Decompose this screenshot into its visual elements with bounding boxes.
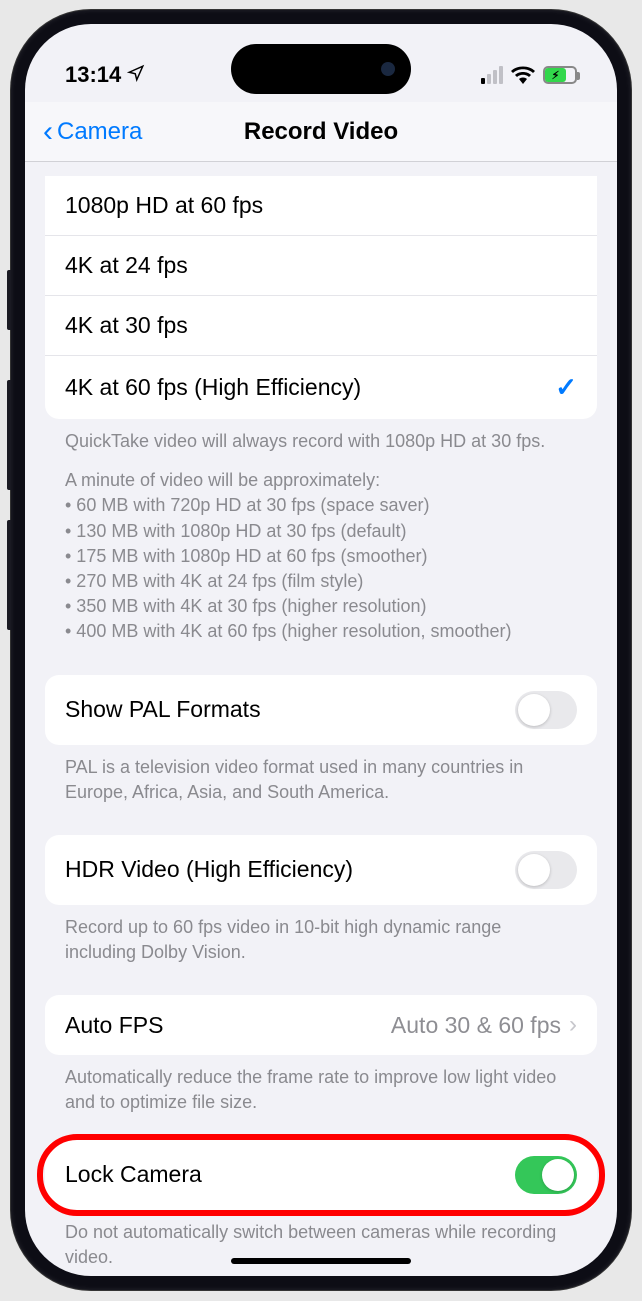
pal-row[interactable]: Show PAL Formats [45, 675, 597, 745]
resolution-option[interactable]: 4K at 60 fps (High Efficiency) ✓ [45, 356, 597, 419]
resolution-option[interactable]: 4K at 30 fps [45, 296, 597, 356]
option-label: 4K at 60 fps (High Efficiency) [65, 374, 361, 401]
content: 1080p HD at 60 fps 4K at 24 fps 4K at 30… [25, 162, 617, 1276]
lock-camera-label: Lock Camera [65, 1161, 202, 1188]
autofps-row[interactable]: Auto FPS Auto 30 & 60 fps › [45, 995, 597, 1055]
wifi-icon [511, 66, 535, 84]
autofps-footer: Automatically reduce the frame rate to i… [45, 1055, 597, 1115]
lock-camera-toggle[interactable] [515, 1156, 577, 1194]
home-indicator[interactable] [231, 1258, 411, 1264]
option-label: 1080p HD at 60 fps [65, 192, 263, 219]
back-label: Camera [57, 118, 142, 146]
option-label: 4K at 30 fps [65, 312, 188, 339]
resolution-option[interactable]: 1080p HD at 60 fps [45, 176, 597, 236]
resolution-footer: QuickTake video will always record with … [45, 419, 597, 645]
status-time: 13:14 [65, 62, 121, 88]
page-title: Record Video [244, 118, 398, 146]
location-arrow-icon [127, 62, 145, 88]
hdr-row[interactable]: HDR Video (High Efficiency) [45, 835, 597, 905]
dynamic-island [231, 44, 411, 94]
pal-section: Show PAL Formats [45, 675, 597, 745]
resolution-list: 1080p HD at 60 fps 4K at 24 fps 4K at 30… [45, 176, 597, 419]
charging-bolt-icon: ⚡︎ [552, 69, 560, 82]
option-label: 4K at 24 fps [65, 252, 188, 279]
chevron-left-icon: ‹ [43, 117, 53, 147]
lock-camera-section: Lock Camera [45, 1140, 597, 1210]
checkmark-icon: ✓ [555, 372, 577, 403]
back-button[interactable]: ‹ Camera [43, 117, 142, 147]
phone-frame: 13:14 ⚡︎ [11, 10, 631, 1290]
resolution-option[interactable]: 4K at 24 fps [45, 236, 597, 296]
lock-camera-row[interactable]: Lock Camera [45, 1140, 597, 1210]
cellular-icon [481, 66, 503, 84]
autofps-section: Auto FPS Auto 30 & 60 fps › [45, 995, 597, 1055]
hdr-label: HDR Video (High Efficiency) [65, 856, 353, 883]
pal-footer: PAL is a television video format used in… [45, 745, 597, 805]
autofps-value: Auto 30 & 60 fps [391, 1012, 561, 1039]
hdr-toggle[interactable] [515, 851, 577, 889]
chevron-right-icon: › [569, 1011, 577, 1039]
pal-toggle[interactable] [515, 691, 577, 729]
autofps-label: Auto FPS [65, 1012, 163, 1039]
screen: 13:14 ⚡︎ [25, 24, 617, 1276]
battery-icon: ⚡︎ [543, 66, 577, 84]
pal-label: Show PAL Formats [65, 696, 261, 723]
nav-header: ‹ Camera Record Video [25, 102, 617, 162]
hdr-footer: Record up to 60 fps video in 10-bit high… [45, 905, 597, 965]
hdr-section: HDR Video (High Efficiency) [45, 835, 597, 905]
